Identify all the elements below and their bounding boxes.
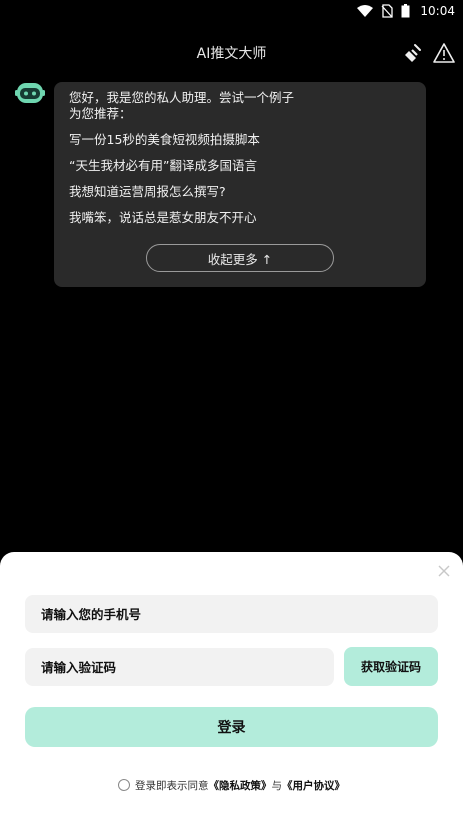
close-icon[interactable] <box>435 562 453 580</box>
verification-code-input[interactable] <box>25 648 334 686</box>
status-time: 10:04 <box>420 4 455 18</box>
example-prompt[interactable]: “天生我材必有用”翻译成多国语言 <box>69 158 412 174</box>
wifi-icon <box>357 5 374 17</box>
example-prompt[interactable]: 我想知道运营周报怎么撰写? <box>69 184 412 200</box>
agreement-row: 登录即表示同意 《隐私政策》 与 《用户协议》 <box>0 777 463 793</box>
page-title: AI推文大师 <box>196 46 267 62</box>
collapse-more-button[interactable]: 收起更多 ↑ <box>146 244 334 272</box>
user-agreement-link[interactable]: 《用户协议》 <box>282 778 345 793</box>
agree-text: 登录即表示同意 <box>135 779 209 792</box>
example-prompt[interactable]: 我嘴笨，说话总是惹女朋友不开心 <box>69 210 412 226</box>
example-prompt[interactable]: 写一份15秒的美食短视频拍摄脚本 <box>69 132 412 148</box>
status-bar: 10:04 <box>0 0 463 22</box>
chat-bubble: 您好，我是您的私人助理。尝试一个例子 为您推荐： 写一份15秒的美食短视频拍摄脚… <box>54 82 426 287</box>
login-button[interactable]: 登录 <box>25 707 438 747</box>
intro-text-line2: 为您推荐： <box>69 106 132 121</box>
intro-text-line1: 您好，我是您的私人助理。尝试一个例子 <box>69 90 295 105</box>
bot-avatar-icon <box>15 80 45 106</box>
and-text: 与 <box>271 779 283 792</box>
login-sheet: 获取验证码 登录 登录即表示同意 《隐私政策》 与 《用户协议》 <box>0 552 463 824</box>
get-code-button[interactable]: 获取验证码 <box>344 647 438 686</box>
agree-radio[interactable] <box>118 779 130 791</box>
privacy-policy-link[interactable]: 《隐私政策》 <box>209 778 272 793</box>
no-sim-icon <box>381 4 394 18</box>
warning-icon[interactable] <box>433 42 455 64</box>
battery-icon <box>401 4 410 18</box>
broom-icon[interactable] <box>403 42 425 64</box>
app-header: AI推文大师 <box>0 36 463 70</box>
phone-input[interactable] <box>25 595 438 633</box>
